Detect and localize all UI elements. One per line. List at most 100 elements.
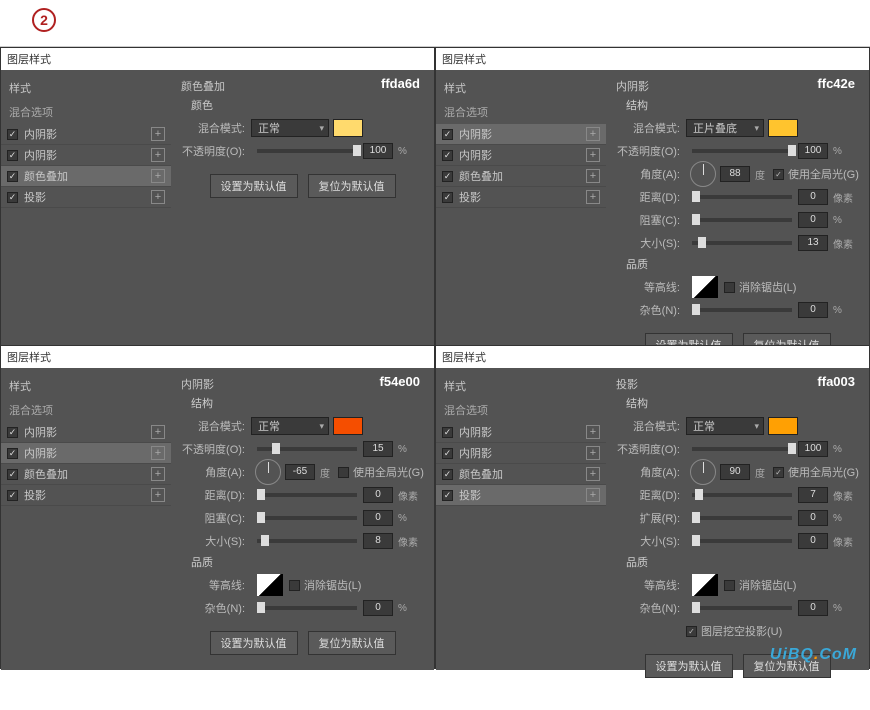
plus-icon[interactable]: + <box>151 169 165 183</box>
sidebar-item-inner-shadow[interactable]: ✓内阴影+ <box>436 124 606 145</box>
angle-dial[interactable] <box>690 161 716 187</box>
reset-default-button[interactable]: 复位为默认值 <box>308 631 396 655</box>
distance-slider[interactable] <box>257 493 357 497</box>
angle-value[interactable]: 88 <box>720 166 750 182</box>
color-swatch[interactable] <box>333 119 363 137</box>
anti-alias[interactable]: 消除锯齿(L) <box>289 577 361 593</box>
checkbox-icon[interactable]: ✓ <box>7 448 18 459</box>
plus-icon[interactable]: + <box>151 446 165 460</box>
choke-value[interactable]: 0 <box>798 212 828 228</box>
contour-picker[interactable] <box>692 574 718 596</box>
blend-mode-dropdown[interactable]: 正常 <box>251 119 329 137</box>
distance-value[interactable]: 7 <box>798 487 828 503</box>
knockout-checkbox[interactable]: ✓图层挖空投影(U) <box>686 623 782 639</box>
set-default-button[interactable]: 设置为默认值 <box>645 654 733 678</box>
sidebar-item-inner-shadow[interactable]: ✓内阴影+ <box>1 145 171 166</box>
spread-value[interactable]: 0 <box>798 510 828 526</box>
checkbox-icon[interactable]: ✓ <box>7 129 18 140</box>
sidebar-item-drop-shadow[interactable]: ✓投影+ <box>1 187 171 208</box>
checkbox-icon[interactable]: ✓ <box>7 490 18 501</box>
noise-value[interactable]: 0 <box>363 600 393 616</box>
checkbox-icon[interactable]: ✓ <box>442 427 453 438</box>
sidebar-item-drop-shadow[interactable]: ✓投影+ <box>1 485 171 506</box>
checkbox-icon[interactable]: ✓ <box>7 150 18 161</box>
size-slider[interactable] <box>692 539 792 543</box>
sidebar-item-color-overlay[interactable]: ✓颜色叠加+ <box>436 166 606 187</box>
choke-slider[interactable] <box>257 516 357 520</box>
opacity-value[interactable]: 100 <box>363 143 393 159</box>
checkbox-icon[interactable]: ✓ <box>7 192 18 203</box>
opacity-value[interactable]: 100 <box>798 143 828 159</box>
plus-icon[interactable]: + <box>586 488 600 502</box>
anti-alias[interactable]: 消除锯齿(L) <box>724 279 796 295</box>
checkbox-icon[interactable]: ✓ <box>442 171 453 182</box>
noise-value[interactable]: 0 <box>798 302 828 318</box>
use-global-light[interactable]: ✓使用全局光(G) <box>773 166 859 182</box>
blend-mode-dropdown[interactable]: 正常 <box>686 417 764 435</box>
checkbox-icon[interactable]: ✓ <box>442 192 453 203</box>
opacity-value[interactable]: 100 <box>798 441 828 457</box>
use-global-light[interactable]: 使用全局光(G) <box>338 464 424 480</box>
sidebar-item-color-overlay[interactable]: ✓颜色叠加+ <box>1 464 171 485</box>
checkbox-icon[interactable]: ✓ <box>442 448 453 459</box>
color-swatch[interactable] <box>333 417 363 435</box>
plus-icon[interactable]: + <box>151 488 165 502</box>
noise-slider[interactable] <box>692 308 792 312</box>
plus-icon[interactable]: + <box>151 148 165 162</box>
plus-icon[interactable]: + <box>586 148 600 162</box>
plus-icon[interactable]: + <box>151 127 165 141</box>
sidebar-item-inner-shadow[interactable]: ✓内阴影+ <box>436 145 606 166</box>
size-value[interactable]: 0 <box>798 533 828 549</box>
checkbox-icon[interactable]: ✓ <box>442 490 453 501</box>
size-slider[interactable] <box>692 241 792 245</box>
sidebar-item-inner-shadow[interactable]: ✓内阴影+ <box>1 443 171 464</box>
sidebar-item-drop-shadow[interactable]: ✓投影+ <box>436 187 606 208</box>
plus-icon[interactable]: + <box>586 127 600 141</box>
plus-icon[interactable]: + <box>586 446 600 460</box>
size-value[interactable]: 8 <box>363 533 393 549</box>
blend-options[interactable]: 混合选项 <box>436 100 606 124</box>
angle-value[interactable]: -65 <box>285 464 315 480</box>
distance-slider[interactable] <box>692 195 792 199</box>
distance-slider[interactable] <box>692 493 792 497</box>
plus-icon[interactable]: + <box>151 467 165 481</box>
angle-dial[interactable] <box>255 459 281 485</box>
set-default-button[interactable]: 设置为默认值 <box>210 631 298 655</box>
checkbox-icon[interactable]: ✓ <box>442 129 453 140</box>
use-global-light[interactable]: ✓使用全局光(G) <box>773 464 859 480</box>
sidebar-item-inner-shadow[interactable]: ✓内阴影+ <box>1 124 171 145</box>
plus-icon[interactable]: + <box>586 190 600 204</box>
opacity-slider[interactable] <box>692 149 792 153</box>
color-swatch[interactable] <box>768 417 798 435</box>
choke-slider[interactable] <box>692 218 792 222</box>
opacity-slider[interactable] <box>257 149 357 153</box>
angle-dial[interactable] <box>690 459 716 485</box>
sidebar-item-color-overlay[interactable]: ✓颜色叠加+ <box>436 464 606 485</box>
distance-value[interactable]: 0 <box>363 487 393 503</box>
opacity-slider[interactable] <box>257 447 357 451</box>
noise-value[interactable]: 0 <box>798 600 828 616</box>
size-slider[interactable] <box>257 539 357 543</box>
sidebar-item-inner-shadow[interactable]: ✓内阴影+ <box>436 443 606 464</box>
noise-slider[interactable] <box>692 606 792 610</box>
checkbox-icon[interactable]: ✓ <box>442 150 453 161</box>
blend-mode-dropdown[interactable]: 正片叠底 <box>686 119 764 137</box>
checkbox-icon[interactable]: ✓ <box>442 469 453 480</box>
plus-icon[interactable]: + <box>151 190 165 204</box>
opacity-value[interactable]: 15 <box>363 441 393 457</box>
contour-picker[interactable] <box>257 574 283 596</box>
plus-icon[interactable]: + <box>586 425 600 439</box>
angle-value[interactable]: 90 <box>720 464 750 480</box>
checkbox-icon[interactable]: ✓ <box>7 427 18 438</box>
set-default-button[interactable]: 设置为默认值 <box>210 174 298 198</box>
choke-value[interactable]: 0 <box>363 510 393 526</box>
contour-picker[interactable] <box>692 276 718 298</box>
checkbox-icon[interactable]: ✓ <box>7 171 18 182</box>
plus-icon[interactable]: + <box>586 169 600 183</box>
sidebar-item-drop-shadow[interactable]: ✓投影+ <box>436 485 606 506</box>
sidebar-item-color-overlay[interactable]: ✓颜色叠加+ <box>1 166 171 187</box>
plus-icon[interactable]: + <box>151 425 165 439</box>
plus-icon[interactable]: + <box>586 467 600 481</box>
opacity-slider[interactable] <box>692 447 792 451</box>
blend-options[interactable]: 混合选项 <box>1 100 171 124</box>
